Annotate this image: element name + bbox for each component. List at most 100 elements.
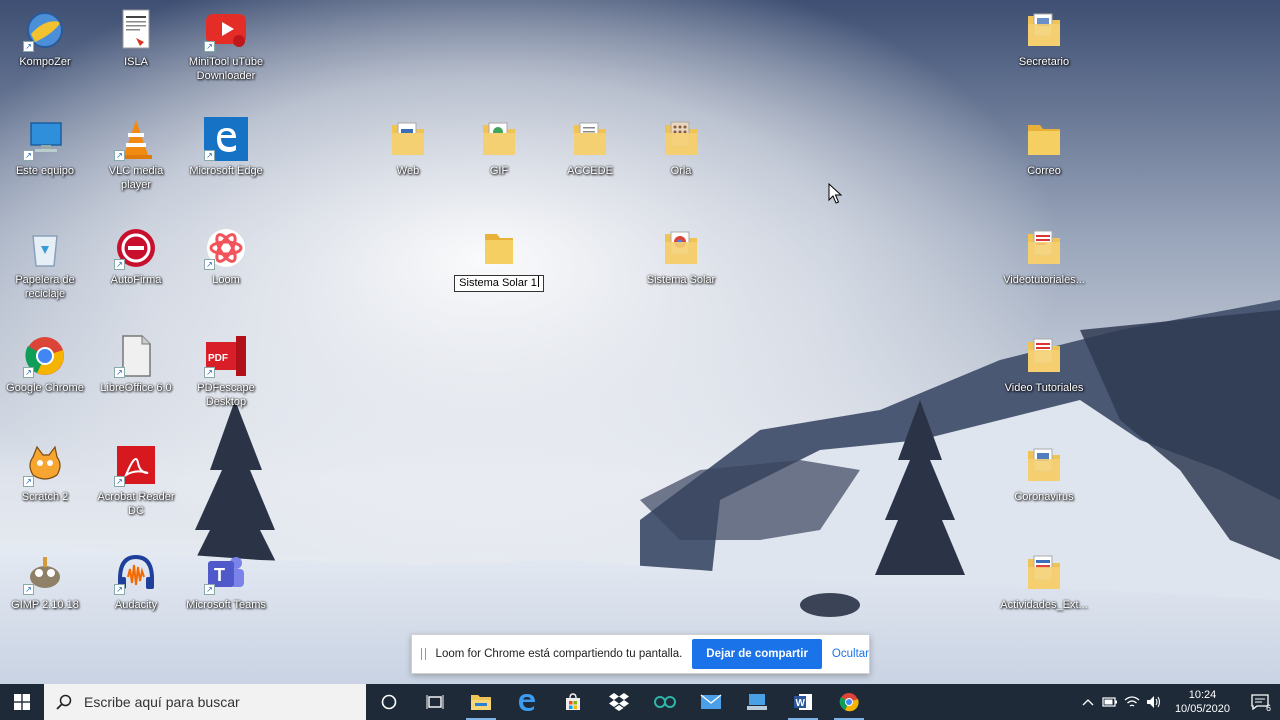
desktop-icon-label: Correo <box>1027 165 1061 177</box>
drag-handle-icon[interactable] <box>421 648 426 660</box>
desktop-icon-autofirma[interactable]: ↗ AutoFirma <box>94 226 178 287</box>
svg-text:T: T <box>214 565 225 585</box>
kompozer-icon: ↗ <box>23 8 67 52</box>
taskbar: Escribe aquí para buscar W 10:24 10/05/2… <box>0 684 1280 720</box>
windows-logo-icon <box>14 694 30 710</box>
desktop-icon-label: AutoFirma <box>110 274 162 286</box>
search-placeholder: Escribe aquí para buscar <box>84 694 240 710</box>
taskbar-clock[interactable]: 10:24 10/05/2020 <box>1165 688 1240 716</box>
battery-icon <box>1102 697 1117 707</box>
desktop-folder-sistema-solar[interactable]: Sistema Solar <box>639 226 723 287</box>
desktop-icon-pdfescape[interactable]: PDF ↗ PDFescape Desktop <box>184 334 268 409</box>
folder-icon <box>1022 551 1066 595</box>
acrobat-icon: ↗ <box>114 443 158 487</box>
mouse-pointer-icon <box>828 183 842 204</box>
desktop-icon-minitool[interactable]: ↗ MiniTool uTube Downloader <box>184 8 268 83</box>
desktop-icon-google-chrome[interactable]: ↗ Google Chrome <box>3 334 87 395</box>
taskbar-chrome[interactable] <box>826 684 872 720</box>
desktop-icon-label: Loom <box>212 274 240 286</box>
desktop-icon-edge[interactable]: ↗ Microsoft Edge <box>184 117 268 178</box>
taskbar-mail[interactable] <box>688 684 734 720</box>
task-view-icon <box>426 695 444 709</box>
mail-icon <box>700 694 722 709</box>
notification-count: 6 <box>1265 703 1271 713</box>
desktop-folder-orla[interactable]: Orla <box>639 117 723 178</box>
desktop-folder-actividades[interactable]: Actividades_Ext... <box>1000 551 1088 612</box>
desktop-icon-gimp[interactable]: ↗ GIMP 2.10.18 <box>3 551 87 612</box>
desktop-icon-label: Sistema Solar <box>646 274 716 286</box>
desktop-icon-audacity[interactable]: ↗ Audacity <box>94 551 178 612</box>
folder-icon <box>477 117 521 161</box>
folder-icon <box>1022 117 1066 161</box>
volume-button[interactable] <box>1143 684 1165 720</box>
task-view-button[interactable] <box>412 684 458 720</box>
desktop-icon-label: Scratch 2 <box>21 491 69 503</box>
stop-sharing-button[interactable]: Dejar de compartir <box>692 639 822 669</box>
teams-icon: T ↗ <box>204 551 248 595</box>
taskbar-computer[interactable] <box>734 684 780 720</box>
youtube-downloader-icon: ↗ <box>204 8 248 52</box>
taskbar-arduino[interactable] <box>642 684 688 720</box>
desktop-icon-teams[interactable]: T ↗ Microsoft Teams <box>184 551 268 612</box>
desktop-folder-web[interactable]: Web <box>366 117 450 178</box>
desktop-icon-label: GIF <box>489 165 509 177</box>
desktop-folder-correo[interactable]: Correo <box>1002 117 1086 178</box>
svg-text:W: W <box>796 698 806 709</box>
computer-icon <box>747 694 767 710</box>
desktop-icon-label: Orla <box>670 165 692 177</box>
desktop-folder-gif[interactable]: GIF <box>457 117 541 178</box>
desktop-folder-renaming[interactable]: Sistema Solar 1 <box>454 226 544 292</box>
hide-button[interactable]: Ocultar <box>832 648 869 660</box>
pdfescape-icon: PDF ↗ <box>204 334 248 378</box>
taskbar-word[interactable]: W <box>780 684 826 720</box>
cortana-button[interactable] <box>366 684 412 720</box>
taskbar-search-box[interactable]: Escribe aquí para buscar <box>44 684 366 720</box>
desktop-folder-secretario[interactable]: Secretario <box>1002 8 1086 69</box>
desktop-icon-label: Este equipo <box>15 165 75 177</box>
desktop-icon-label: Videotutoriales... <box>1003 274 1085 286</box>
desktop-folder-videotutoriales[interactable]: Videotutoriales... <box>1002 226 1086 287</box>
taskbar-store[interactable] <box>550 684 596 720</box>
store-icon <box>566 693 580 710</box>
show-hidden-icons-button[interactable] <box>1077 684 1099 720</box>
desktop-icon-libreoffice[interactable]: ↗ LibreOffice 6.0 <box>94 334 178 395</box>
desktop-icon-label: Secretario <box>1018 56 1070 68</box>
folder-icon <box>1022 226 1066 270</box>
arduino-icon <box>654 696 676 708</box>
desktop-folder-accede[interactable]: ACCEDE <box>548 117 632 178</box>
gimp-icon: ↗ <box>23 551 67 595</box>
desktop-icon-label: LibreOffice 6.0 <box>100 382 172 394</box>
desktop-icon-acrobat[interactable]: ↗ Acrobat Reader DC <box>94 443 178 518</box>
system-tray: 10:24 10/05/2020 6 <box>1077 684 1280 720</box>
desktop-icon-scratch[interactable]: ↗ Scratch 2 <box>3 443 87 504</box>
network-button[interactable] <box>1121 684 1143 720</box>
desktop-icon-label: Coronavirus <box>1014 491 1074 503</box>
folder-icon <box>1022 443 1066 487</box>
autofirma-icon: ↗ <box>114 226 158 270</box>
battery-button[interactable] <box>1099 684 1121 720</box>
desktop-icon-label: Video Tutoriales <box>1004 382 1084 394</box>
desktop-icon-papelera[interactable]: Papelera de reciclaje <box>3 226 87 301</box>
speaker-icon <box>1146 696 1160 708</box>
desktop-icon-label: Google Chrome <box>6 382 84 394</box>
action-center-button[interactable]: 6 <box>1240 684 1280 720</box>
desktop-icon-label: ACCEDE <box>567 165 613 177</box>
folder-icon <box>568 117 612 161</box>
audacity-icon: ↗ <box>114 551 158 595</box>
desktop-folder-video-tutoriales[interactable]: Video Tutoriales <box>1002 334 1086 395</box>
folder-icon <box>1022 334 1066 378</box>
desktop-folder-coronavirus[interactable]: Coronavirus <box>1002 443 1086 504</box>
desktop-icon-isla[interactable]: ISLA <box>94 8 178 69</box>
desktop-icon-loom[interactable]: ↗ Loom <box>184 226 268 287</box>
taskbar-edge[interactable] <box>504 684 550 720</box>
wifi-icon <box>1124 696 1140 707</box>
taskbar-file-explorer[interactable] <box>458 684 504 720</box>
desktop-icon-kompozer[interactable]: ↗ KompoZer <box>3 8 87 69</box>
desktop-icon-vlc[interactable]: ↗ VLC media player <box>94 117 178 192</box>
vlc-cone-icon: ↗ <box>114 117 158 161</box>
folder-rename-input[interactable]: Sistema Solar 1 <box>454 275 544 292</box>
desktop-icon-label: Microsoft Edge <box>189 165 263 177</box>
taskbar-dropbox[interactable] <box>596 684 642 720</box>
start-button[interactable] <box>0 684 44 720</box>
desktop-icon-este-equipo[interactable]: ↗ Este equipo <box>3 117 87 178</box>
